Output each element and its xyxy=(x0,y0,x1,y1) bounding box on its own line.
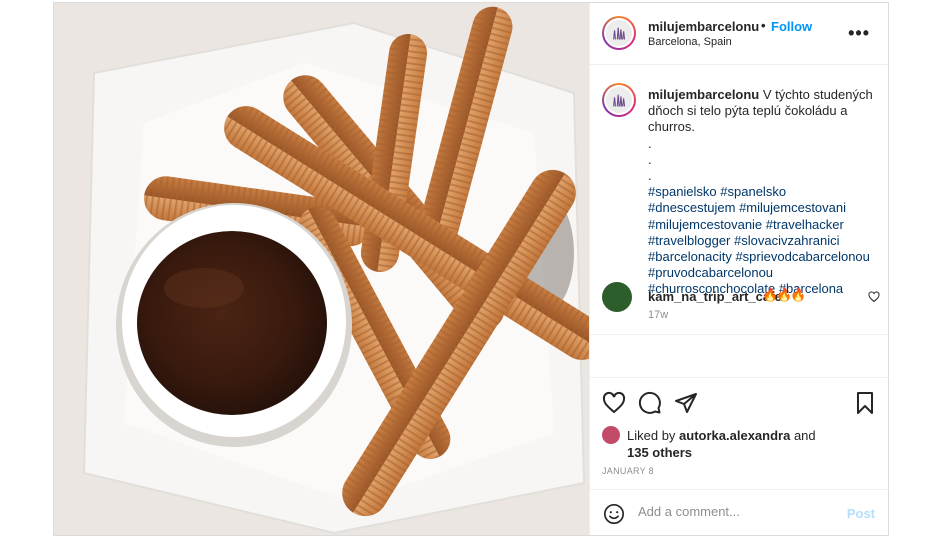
comment-input[interactable] xyxy=(638,504,828,519)
comment-icon[interactable] xyxy=(638,391,662,415)
sagrada-familia-icon xyxy=(613,94,625,107)
hashtag-link[interactable]: #pruvodcabarcelonou xyxy=(648,265,773,280)
hashtag-link[interactable]: #spanielsko xyxy=(648,184,717,199)
post-image[interactable] xyxy=(54,3,589,535)
hashtag-link[interactable]: #milujemcestovani xyxy=(739,200,846,215)
likes-others-link[interactable]: 135 others xyxy=(627,445,692,460)
more-options-icon[interactable]: ••• xyxy=(848,23,870,44)
post-caption: milujembarcelonu V týchto studených dňoc… xyxy=(648,87,880,298)
action-bar xyxy=(590,377,889,427)
hashtag-link[interactable]: #barcelonacity xyxy=(648,249,732,264)
author-username[interactable]: milujembarcelonu xyxy=(648,19,759,34)
hashtag-link[interactable]: #sprievodcabarcelonou xyxy=(735,249,869,264)
commenter-avatar[interactable] xyxy=(602,282,632,312)
follow-button[interactable]: Follow xyxy=(771,19,812,34)
hashtag-link[interactable]: #travelblogger xyxy=(648,233,730,248)
hashtag-link[interactable]: #milujemcestovanie xyxy=(648,217,762,232)
instagram-post: milujembarcelonu • Follow Barcelona, Spa… xyxy=(53,2,889,536)
separator-dot: • xyxy=(761,18,766,33)
bookmark-icon[interactable] xyxy=(853,391,877,415)
liker-username[interactable]: autorka.alexandra xyxy=(679,428,790,443)
likes-text: Liked by autorka.alexandra and 135 other… xyxy=(627,427,867,461)
heart-icon[interactable] xyxy=(602,391,626,415)
post-comment-button[interactable]: Post xyxy=(847,506,875,521)
author-avatar[interactable] xyxy=(602,16,636,50)
comment-like-heart-icon[interactable] xyxy=(868,291,880,303)
comment-row: kam_na_trip_art_cafe 🔥🔥🔥 xyxy=(602,282,882,312)
paper-plane-icon[interactable] xyxy=(674,391,698,415)
caption-username[interactable]: milujembarcelonu xyxy=(648,87,759,102)
hashtag-link[interactable]: #dnescestujem xyxy=(648,200,735,215)
post-date[interactable]: JANUARY 8 xyxy=(602,466,654,476)
caption-author-avatar[interactable] xyxy=(602,83,636,117)
likes-prefix: Liked by xyxy=(627,428,676,443)
likes-conjunction: and xyxy=(793,428,816,443)
hashtag-link[interactable]: #slovacivzahranici xyxy=(734,233,840,248)
caption-dot: . xyxy=(648,168,652,184)
post-location[interactable]: Barcelona, Spain xyxy=(648,36,732,48)
caption-dot: . xyxy=(648,151,652,167)
post-sidebar: milujembarcelonu • Follow Barcelona, Spa… xyxy=(589,3,889,535)
churros-with-chocolate-photo xyxy=(54,3,589,535)
hashtag-link[interactable]: #travelhacker xyxy=(766,217,844,232)
post-header: milujembarcelonu • Follow Barcelona, Spa… xyxy=(590,3,888,65)
caption-dot: . xyxy=(648,135,652,151)
emoji-smile-icon[interactable] xyxy=(603,503,625,525)
sagrada-familia-icon xyxy=(613,27,625,40)
hashtag-link[interactable]: #spanelsko xyxy=(720,184,786,199)
add-comment-bar: Post xyxy=(590,489,889,535)
liker-avatar[interactable] xyxy=(602,426,620,444)
comment-text: 🔥🔥🔥 xyxy=(762,287,807,302)
